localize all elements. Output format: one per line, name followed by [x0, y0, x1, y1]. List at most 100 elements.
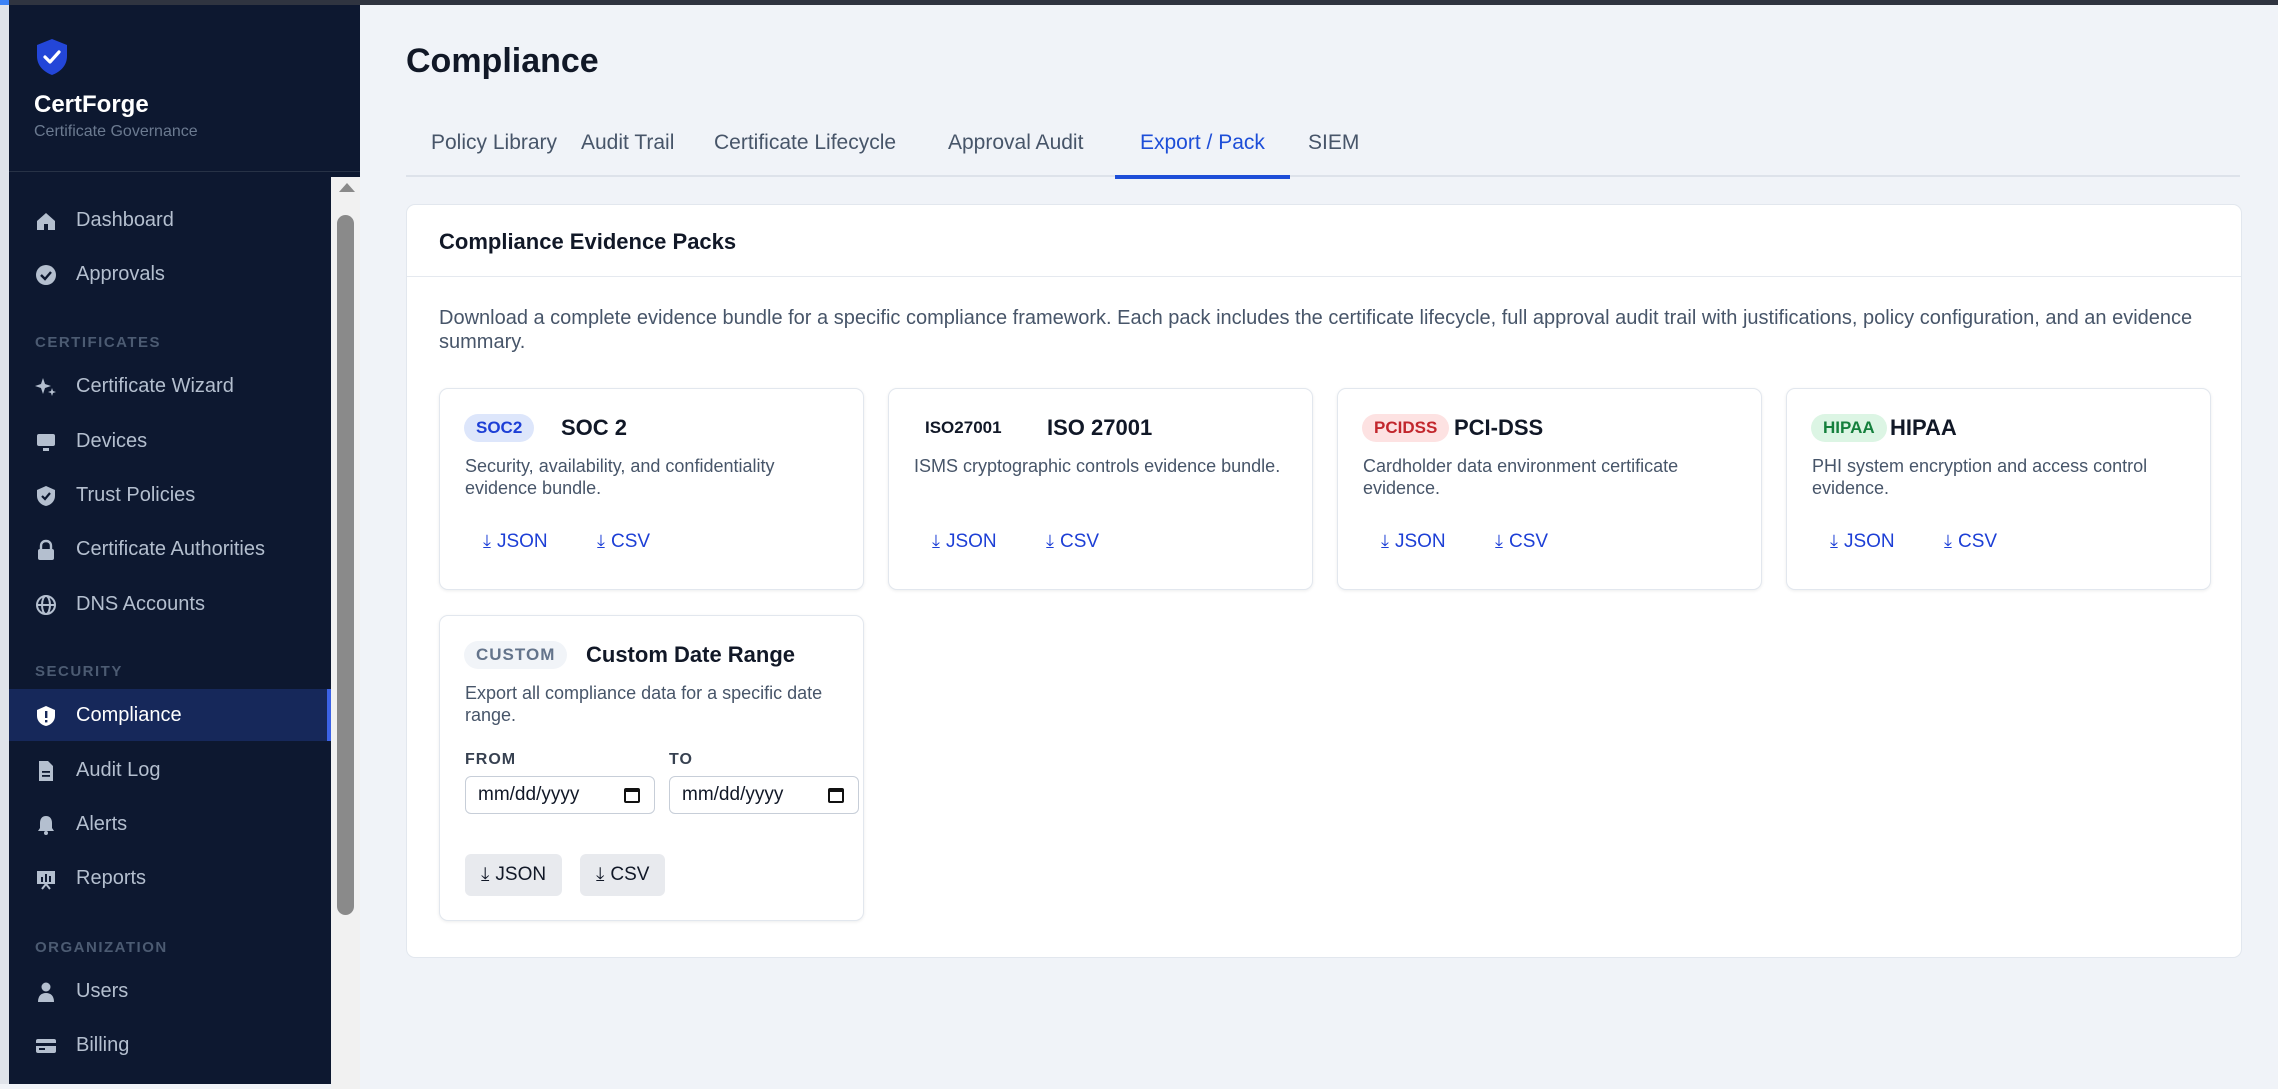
sidebar-item-audit-log[interactable]: Audit Log [9, 744, 331, 796]
download-json-button[interactable]: ⤓ JSON [1830, 531, 1895, 553]
download-icon: ⤓ [1830, 531, 1838, 551]
download-csv-label: CSV [1508, 531, 1549, 552]
framework-badge: HIPAA [1811, 414, 1887, 442]
download-icon: ⤓ [596, 864, 605, 885]
sidebar-item-devices[interactable]: Devices [9, 415, 331, 467]
custom-download-csv-button[interactable]: ⤓ CSV [580, 854, 666, 896]
sidebar-item-label: Reports [76, 866, 147, 889]
download-json-label: JSON [495, 864, 547, 885]
from-label: FROM [465, 751, 517, 768]
home-icon [37, 213, 55, 230]
sidebar-scrollbar[interactable] [331, 177, 360, 1089]
download-csv-label: CSV [610, 531, 651, 552]
download-csv-button[interactable]: ⤓ CSV [1944, 531, 1997, 553]
download-csv-label: CSV [1059, 531, 1100, 552]
sidebar-item-label: Certificate Wizard [76, 374, 234, 397]
scroll-up-arrow-icon[interactable] [339, 183, 355, 192]
download-csv-button[interactable]: ⤓ CSV [1046, 531, 1099, 553]
download-csv-button[interactable]: ⤓ CSV [597, 531, 650, 553]
shield-alert-icon [37, 706, 55, 726]
framework-badge: SOC2 [464, 414, 535, 442]
sidebar-item-approvals[interactable]: Approvals [9, 248, 331, 300]
sidebar-nav: Dashboard Approvals CERTIFICATES Certifi… [9, 172, 331, 1084]
sidebar-item-certificate-authorities[interactable]: Certificate Authorities [9, 523, 331, 575]
pack-description: ISMS cryptographic controls evidence bun… [914, 456, 1281, 476]
sidebar-item-billing[interactable]: Billing [9, 1019, 331, 1071]
tab-audit-trail[interactable]: Audit Trail [556, 131, 699, 175]
sparkles-icon [35, 378, 56, 396]
framework-badge: PCIDSS [1362, 414, 1450, 442]
calendar-icon[interactable] [624, 788, 640, 803]
pack-name: HIPAA [1890, 415, 1957, 440]
download-icon: ⤓ [1944, 531, 1952, 551]
sidebar-item-dns-accounts[interactable]: DNS Accounts [9, 578, 331, 630]
scrollbar-thumb[interactable] [337, 215, 354, 915]
bell-icon [38, 816, 54, 835]
download-csv-label: CSV [610, 864, 650, 885]
evidence-packs-card: Compliance Evidence Packs Download a com… [406, 204, 2242, 958]
pack-description: PHI system encryption and access control… [1812, 456, 2148, 498]
download-icon: ⤓ [1381, 531, 1389, 551]
credit-card-icon [36, 1039, 56, 1053]
download-icon: ⤓ [932, 531, 940, 551]
sidebar-item-label: Devices [76, 429, 148, 452]
download-icon: ⤓ [1046, 531, 1054, 551]
chart-icon [37, 871, 55, 890]
tab-approval-audit[interactable]: Approval Audit [923, 131, 1108, 175]
pack-name: SOC 2 [561, 415, 628, 440]
sidebar-item-label: Billing [76, 1033, 130, 1056]
lock-icon [38, 539, 54, 560]
sidebar-item-reports[interactable]: Reports [9, 852, 331, 904]
app-name: CertForge [34, 91, 149, 118]
check-circle-icon [36, 265, 56, 285]
pack-name: Custom Date Range [586, 642, 796, 667]
sidebar-item-dashboard[interactable]: Dashboard [9, 194, 331, 246]
sidebar-item-label: Trust Policies [76, 483, 196, 506]
download-json-button[interactable]: ⤓ JSON [483, 531, 548, 553]
shield-check-icon [37, 486, 55, 506]
download-csv-button[interactable]: ⤓ CSV [1495, 531, 1548, 553]
sidebar-item-users[interactable]: Users [9, 965, 331, 1017]
download-icon: ⤓ [597, 531, 605, 551]
card-title: Compliance Evidence Packs [439, 229, 737, 254]
pack-custom-date-range: CUSTOM Custom Date Range Export all comp… [439, 615, 864, 921]
sidebar-item-label: Users [76, 979, 129, 1002]
window-left-edge [0, 5, 9, 1084]
framework-badge: ISO27001 [913, 414, 1014, 442]
pack-description: Export all compliance data for a specifi… [465, 683, 823, 725]
monitor-icon [37, 434, 55, 451]
download-icon: ⤓ [1495, 531, 1503, 551]
download-json-label: JSON [1843, 531, 1895, 552]
document-icon [39, 761, 53, 781]
pack-description: Cardholder data environment certificate … [1363, 456, 1679, 498]
pack-hipaa: HIPAA HIPAA PHI system encryption and ac… [1786, 388, 2211, 590]
sidebar-item-label: Dashboard [76, 208, 174, 231]
sidebar-item-label: Compliance [76, 703, 182, 726]
sidebar-item-label: Certificate Authorities [76, 537, 265, 560]
card-header: Compliance Evidence Packs [407, 205, 2241, 277]
card-description: Download a complete evidence bundle for … [439, 307, 2193, 353]
sidebar-item-trust-policies[interactable]: Trust Policies [9, 469, 331, 521]
framework-badge: CUSTOM [464, 641, 568, 669]
download-json-label: JSON [1394, 531, 1446, 552]
sidebar-item-compliance[interactable]: Compliance [9, 689, 331, 741]
app-subtitle: Certificate Governance [34, 123, 198, 140]
sidebar-item-certificate-wizard[interactable]: Certificate Wizard [9, 360, 331, 412]
sidebar: CertForge Certificate Governance Dashboa… [0, 5, 360, 1089]
from-date-input[interactable]: mm/dd/yyyy [465, 776, 655, 814]
tab-siem[interactable]: SIEM [1283, 131, 1384, 175]
tab-certificate-lifecycle[interactable]: Certificate Lifecycle [689, 131, 921, 175]
download-json-button[interactable]: ⤓ JSON [1381, 531, 1446, 553]
tab-export-pack[interactable]: Export / Pack [1115, 131, 1290, 179]
calendar-icon[interactable] [828, 788, 844, 803]
to-date-input[interactable]: mm/dd/yyyy [669, 776, 859, 814]
shield-logo-icon [37, 39, 67, 75]
custom-download-json-button[interactable]: ⤓ JSON [465, 854, 563, 896]
sidebar-item-alerts[interactable]: Alerts [9, 798, 331, 850]
download-json-button[interactable]: ⤓ JSON [932, 531, 997, 553]
to-label: TO [669, 751, 693, 768]
section-certificates: CERTIFICATES [35, 334, 162, 351]
download-json-label: JSON [496, 531, 548, 552]
download-json-label: JSON [945, 531, 997, 552]
compliance-tabs: Policy Library Audit Trail Certificate L… [406, 117, 2240, 179]
